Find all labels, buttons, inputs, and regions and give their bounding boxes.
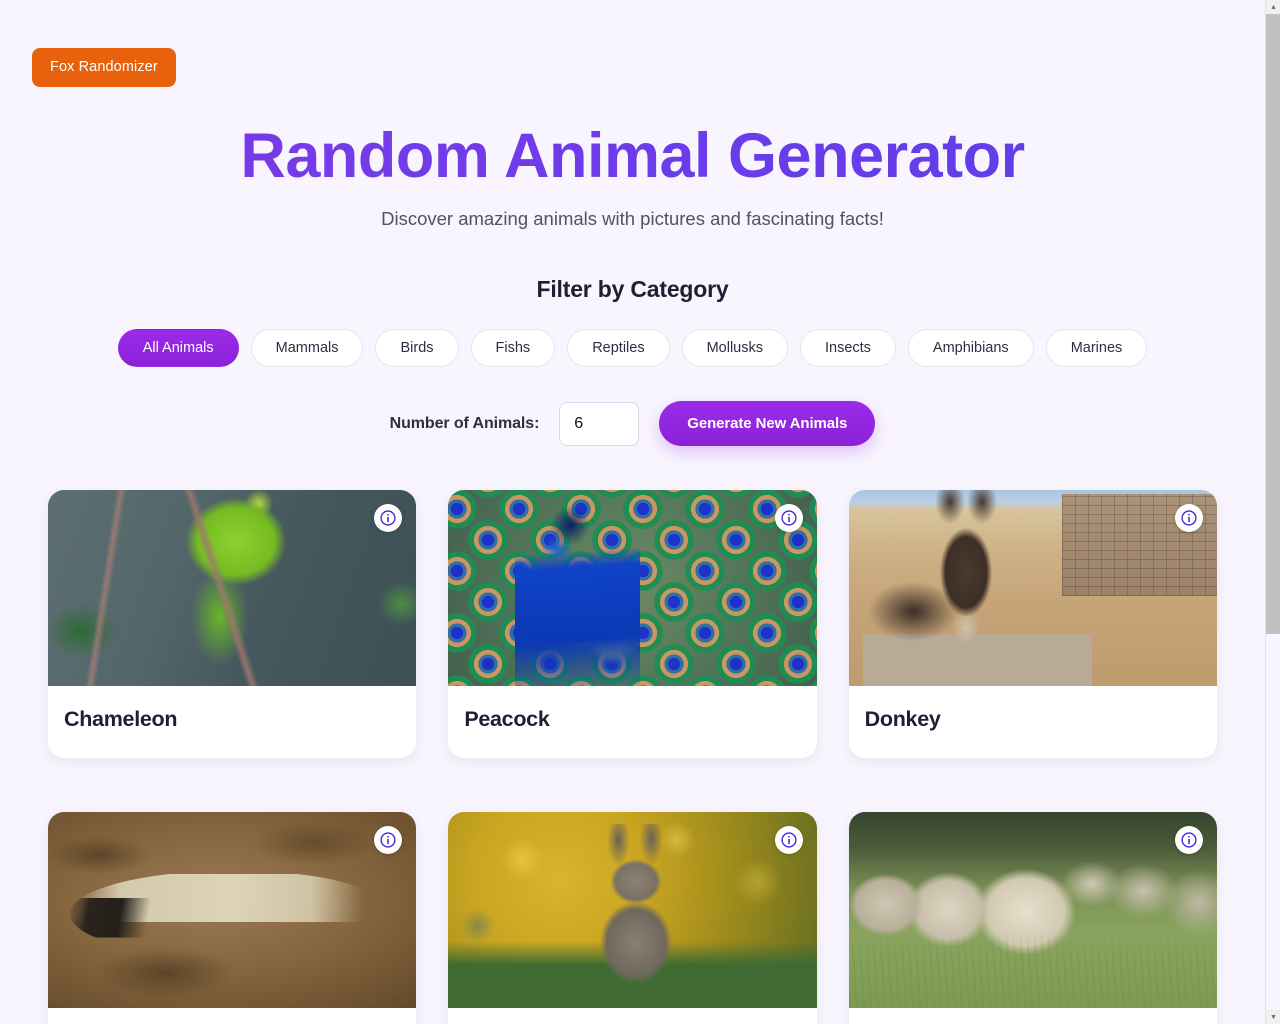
animal-name: Donkey xyxy=(864,707,941,732)
animal-card-body: Crocodile xyxy=(48,1008,416,1024)
fox-randomizer-button[interactable]: Fox Randomizer xyxy=(32,48,176,87)
animal-card[interactable]: Sheep xyxy=(848,812,1217,1024)
generate-new-animals-button[interactable]: Generate New Animals xyxy=(659,401,876,447)
category-chip-insects[interactable]: Insects xyxy=(799,328,896,368)
category-chip-all-animals[interactable]: All Animals xyxy=(117,328,239,368)
vertical-scrollbar[interactable]: ▲ ▼ xyxy=(1265,0,1280,1024)
animal-card-body: Chameleon xyxy=(48,686,416,758)
animal-card[interactable]: Chameleon xyxy=(48,490,417,759)
animal-name: Peacock xyxy=(464,707,550,732)
category-chip-row: All Animals Mammals Birds Fishs Reptiles Moll… xyxy=(24,328,1241,368)
animal-card-body: Donkey xyxy=(849,686,1217,758)
animal-card-media xyxy=(448,490,817,687)
animal-card[interactable]: Peacock xyxy=(448,490,817,759)
animal-card-grid: Chameleon Peacock Donkey Crocodile Rabbit She… xyxy=(16,490,1249,1024)
animal-card-body: Sheep xyxy=(849,1008,1217,1024)
page-title: Random Animal Generator xyxy=(0,120,1265,192)
animal-count-label: Number of Animals: xyxy=(389,414,540,432)
scrollbar-up-arrow-icon[interactable]: ▲ xyxy=(1266,0,1280,14)
info-circle-icon[interactable] xyxy=(774,826,803,855)
generator-controls: Number of Animals: Generate New Animals xyxy=(24,401,1241,447)
animal-card-body: Peacock xyxy=(448,686,816,758)
category-chip-mammals[interactable]: Mammals xyxy=(250,328,364,368)
animal-photo xyxy=(48,812,417,1009)
animal-card-body: Rabbit xyxy=(448,1008,816,1024)
category-chip-fishs[interactable]: Fishs xyxy=(470,328,556,368)
page-header: Fox Randomizer Random Animal Generator D… xyxy=(0,0,1265,230)
category-chip-reptiles[interactable]: Reptiles xyxy=(567,328,670,368)
animal-photo xyxy=(848,490,1217,687)
filter-section: Filter by Category All Animals Mammals Bir… xyxy=(0,276,1265,447)
animal-photo xyxy=(448,812,817,1009)
category-chip-amphibians[interactable]: Amphibians xyxy=(907,328,1034,368)
scrollbar-down-arrow-icon[interactable]: ▼ xyxy=(1266,1010,1280,1024)
category-chip-birds[interactable]: Birds xyxy=(375,328,459,368)
info-circle-icon[interactable] xyxy=(774,504,803,533)
category-chip-marines[interactable]: Marines xyxy=(1045,328,1148,368)
animal-count-input[interactable] xyxy=(559,401,640,446)
scrollbar-thumb[interactable] xyxy=(1266,14,1280,634)
info-circle-icon[interactable] xyxy=(1175,826,1203,855)
animal-card-media xyxy=(848,490,1217,687)
animal-card[interactable]: Donkey xyxy=(848,490,1217,759)
animal-name: Chameleon xyxy=(64,707,178,732)
animal-photo xyxy=(448,490,817,687)
category-chip-mollusks[interactable]: Mollusks xyxy=(681,328,788,368)
animal-card[interactable]: Crocodile xyxy=(48,812,417,1024)
page-subtitle: Discover amazing animals with pictures a… xyxy=(381,207,884,229)
animal-card[interactable]: Rabbit xyxy=(448,812,817,1024)
animal-card-media xyxy=(848,812,1217,1009)
animal-card-media xyxy=(48,812,417,1009)
animal-photo xyxy=(848,812,1217,1009)
animal-card-media xyxy=(48,490,417,687)
animal-card-media xyxy=(448,812,817,1009)
filter-heading: Filter by Category xyxy=(536,275,729,302)
page-scroll-viewport: Fox Randomizer Random Animal Generator D… xyxy=(0,0,1265,1024)
info-circle-icon[interactable] xyxy=(1175,504,1203,533)
animal-photo xyxy=(48,490,417,687)
